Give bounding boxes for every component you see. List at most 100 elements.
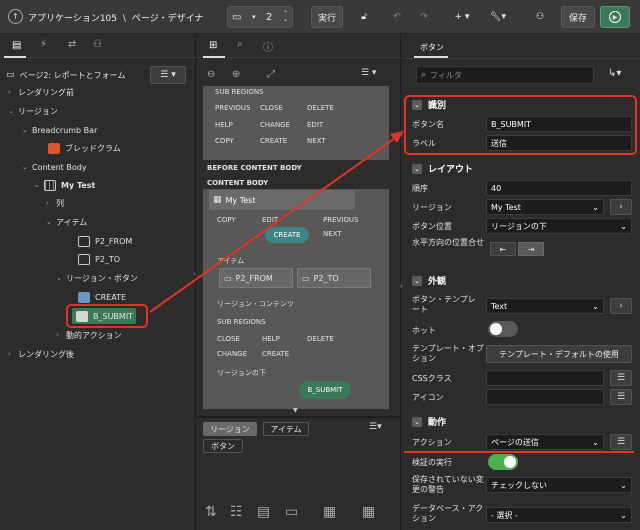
sub-button-close[interactable]: CLOSE (217, 335, 240, 343)
go-to-template-button[interactable]: › (610, 298, 632, 314)
tree-item-columns[interactable]: › 列 (46, 195, 64, 211)
sub-button-help[interactable]: HELP (262, 335, 280, 343)
css-classes-field[interactable] (486, 370, 604, 386)
tab-rendering-icon[interactable]: ▤ (12, 40, 21, 51)
align-left-button[interactable]: ⇤ (490, 242, 516, 256)
layout-button-close[interactable]: CLOSE (260, 104, 283, 112)
layout-button-next[interactable]: NEXT (307, 137, 326, 145)
layout-button-delete[interactable]: DELETE (307, 104, 334, 112)
button-template-select[interactable]: Text ⌄ (486, 298, 604, 314)
icon-list-button[interactable]: ☰ (610, 389, 632, 405)
template-default-button[interactable]: テンプレート・デフォルトの使用 (486, 345, 632, 363)
layout-button-create[interactable]: CREATE (260, 137, 287, 145)
tab-gallery-region[interactable]: リージョン (203, 422, 257, 436)
section-layout[interactable]: ⌄ レイアウト (404, 160, 640, 177)
tree-item-content-body[interactable]: ⌄ Content Body (22, 159, 87, 175)
shapes-icon[interactable]: ⚇ (530, 6, 550, 28)
gallery-icon-form[interactable]: ▭ (285, 504, 298, 520)
filter-input[interactable]: ⌕ フィルタ (416, 66, 594, 84)
tree-item-regions[interactable]: ⌄ リージョン (8, 103, 58, 119)
tree-item-region-buttons[interactable]: ⌄ リージョン・ボタン (56, 270, 138, 286)
tree-item-after-rendering[interactable]: › レンダリング後 (8, 346, 74, 362)
tree-menu-button[interactable]: ☰ ▾ (150, 66, 186, 84)
expand-icon[interactable]: ⤢ (267, 69, 275, 80)
undo-icon[interactable]: ↶ (387, 6, 407, 28)
scroll-down-icon[interactable]: ▼ (293, 407, 298, 414)
layout-button-change[interactable]: CHANGE (260, 121, 290, 129)
gallery-icon-tree[interactable]: ⇅ (205, 504, 217, 520)
layout-button-copy[interactable]: COPY (215, 137, 234, 145)
tab-dynamic-action-icon[interactable]: ⚡︎ (40, 39, 47, 50)
unsaved-changes-select[interactable]: チェックしない ⌄ (486, 477, 632, 493)
tree-item-b-submit[interactable]: B_SUBMIT (72, 308, 136, 324)
app-title[interactable]: アプリケーション105 (28, 14, 117, 24)
gallery-icon-list[interactable]: ☷ (230, 504, 243, 520)
search-icon[interactable]: ⌕ (237, 39, 243, 50)
sub-button-create[interactable]: CREATE (262, 350, 289, 358)
tab-gallery-item[interactable]: アイテム (263, 422, 309, 436)
tree-item-create[interactable]: CREATE (78, 289, 126, 305)
gallery-menu-button[interactable]: ☰▾ (369, 422, 382, 432)
run-button[interactable]: 実行 (311, 6, 343, 28)
lock-icon[interactable]: 🔓︎ (352, 6, 376, 28)
hot-toggle[interactable] (488, 321, 518, 337)
sub-button-delete[interactable]: DELETE (307, 335, 334, 343)
splitter-handle-left[interactable]: ‹ (193, 270, 196, 278)
icon-field[interactable] (486, 389, 604, 405)
tree-item-dynamic-actions[interactable]: › 動的アクション (56, 327, 122, 343)
go-to-region-button[interactable]: › (610, 199, 632, 215)
gallery-icon-card[interactable]: ▤ (257, 504, 270, 520)
region-button-copy[interactable]: COPY (217, 216, 236, 224)
css-list-button[interactable]: ☰ (610, 370, 632, 386)
layout-button-edit[interactable]: EDIT (307, 121, 323, 129)
button-position-select[interactable]: リージョンの下 ⌄ (486, 218, 632, 234)
zoom-in-icon[interactable]: ⊕ (232, 69, 240, 80)
redo-icon[interactable]: ↷ (414, 6, 434, 28)
tree-item-breadcrumb[interactable]: ブレッドクラム (48, 140, 121, 156)
region-button-next[interactable]: NEXT (323, 230, 342, 238)
page-selector[interactable]: ▭ ▾ 2 ⌃ ⌄ (227, 6, 293, 28)
region-button-create-hot[interactable]: CREATE (265, 227, 309, 243)
tree-item-before-rendering[interactable]: › レンダリング前 (8, 84, 74, 100)
action-select[interactable]: ページの送信 ⌄ (486, 434, 604, 450)
tree-item-p2-to[interactable]: P2_TO (78, 251, 120, 267)
tree-item-breadcrumb-bar[interactable]: ⌄ Breadcrumb Bar (22, 122, 97, 138)
sub-button-change[interactable]: CHANGE (217, 350, 247, 358)
gallery-icon-calendar[interactable]: ▦ (323, 504, 336, 520)
property-tab-button[interactable]: ボタン (420, 42, 444, 53)
tree-item-my-test[interactable]: ⌄ My Test (34, 177, 95, 193)
app-up-icon[interactable]: ↑ (8, 9, 23, 24)
item-p2-to[interactable]: ▭ P2_TO (297, 268, 371, 288)
wrench-icon[interactable]: 🔧︎▾ (484, 6, 512, 28)
stepper-icon[interactable]: ⌃ ⌄ (283, 11, 288, 23)
tab-shared-icon[interactable]: ⚇ (93, 39, 102, 50)
help-icon[interactable]: ⓘ (263, 39, 273, 54)
tab-processing-icon[interactable]: ⇄ (68, 39, 76, 50)
add-menu-button[interactable]: + ▾ (448, 6, 476, 28)
action-list-button[interactable]: ☰ (610, 434, 632, 450)
align-right-button[interactable]: ⇥ (518, 242, 544, 256)
region-select[interactable]: My Test ⌄ (486, 199, 604, 215)
splitter-handle-right[interactable]: › (400, 282, 403, 290)
item-p2-from[interactable]: ▭ P2_FROM (219, 268, 293, 288)
sequence-field[interactable]: 40 (486, 180, 632, 196)
execute-validations-toggle[interactable] (488, 454, 518, 470)
save-button[interactable]: 保存 (561, 6, 595, 28)
tab-layout-icon[interactable]: ⊞ (209, 40, 217, 51)
database-action-select[interactable]: - 選択 - ⌄ (486, 507, 632, 523)
gallery-icon-table[interactable]: ▦ (362, 504, 375, 520)
layout-button-b-submit[interactable]: B_SUBMIT (299, 381, 351, 399)
layout-menu-button[interactable]: ☰ ▾ (361, 68, 389, 84)
layout-button-previous[interactable]: PREVIOUS (215, 104, 250, 112)
go-to-group-icon[interactable]: ↳▾ (608, 68, 621, 79)
layout-button-help[interactable]: HELP (215, 121, 233, 129)
tree-item-p2-from[interactable]: P2_FROM (78, 233, 132, 249)
zoom-out-icon[interactable]: ⊖ (207, 69, 215, 80)
region-button-edit[interactable]: EDIT (262, 216, 278, 224)
tab-gallery-button[interactable]: ボタン (203, 439, 243, 453)
page-number[interactable]: 2 (266, 12, 272, 23)
region-my-test[interactable]: ▦ My Test (209, 190, 355, 210)
region-button-previous[interactable]: PREVIOUS (323, 216, 358, 224)
tree-item-items[interactable]: ⌄ アイテム (46, 214, 87, 230)
section-action[interactable]: ⌄ 動作 (404, 413, 640, 430)
